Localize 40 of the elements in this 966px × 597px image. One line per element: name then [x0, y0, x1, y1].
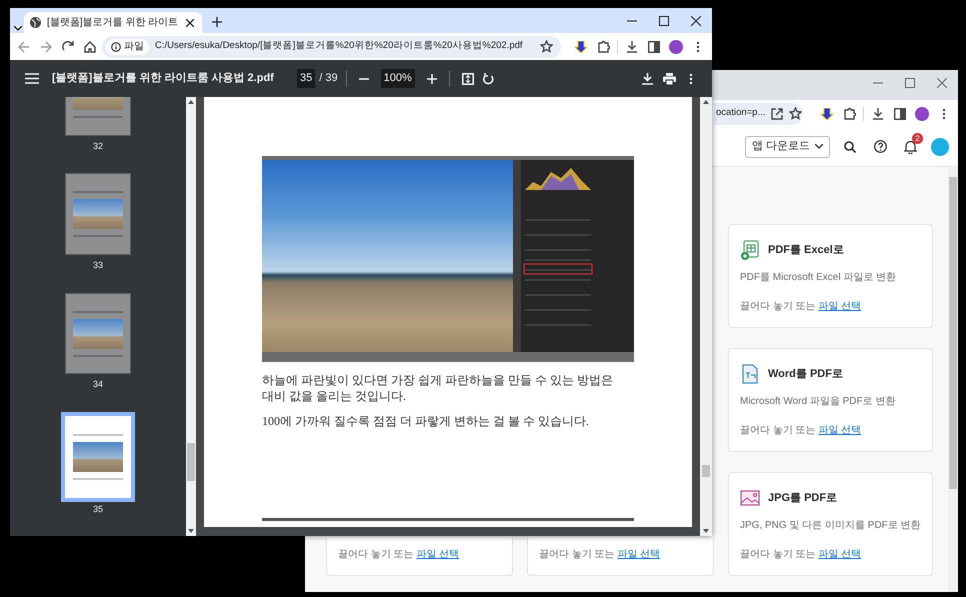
notification-badge: 2	[912, 132, 923, 144]
file-select-link[interactable]: 파일 선택	[818, 425, 862, 436]
drop-hint: 끌어다 놓기 또는 파일 선택	[740, 424, 862, 438]
tool-card[interactable]: Word를 PDF로 Microsoft Word 파일을 PDF로 변환 끌어다 놓기 또는 파일 선택	[728, 348, 933, 452]
zoom-field[interactable]: 100%	[380, 69, 415, 88]
tool-card[interactable]: PDF를 Excel로 PDF를 Microsoft Excel 파일로 변환 끌어다 놓기 또는 파일 선택	[728, 224, 933, 328]
thumbnail-page-number: 33	[92, 259, 103, 272]
url-text: C:/Users/esuka/Desktop/[블랫폼]블로거를%20위한%20라이트룸%20사용법%202.pdf	[155, 39, 524, 54]
address-bar[interactable]: 파일 C:/Users/esuka/Desktop/[블랫폼]블로거를%20위한%20라이트룸%20사용법%202.pdf	[102, 36, 561, 58]
file-select-link[interactable]: 파일 선택	[416, 549, 460, 560]
thumbnail-page-number: 34	[92, 378, 103, 392]
drop-hint: 끌어다 놓기 또는 파일 선택	[740, 300, 862, 314]
paragraph: 하늘에 파란빛이 있다면 가장 쉽게 파란하늘을 만들 수 있는 방법은 대비 값을 올리는 것입니다.	[262, 372, 614, 404]
file-select-link[interactable]: 파일 선택	[818, 549, 862, 560]
drop-hint: 끌어다 놓기 또는 파일 선택	[539, 548, 662, 562]
card-title: JPG를 PDF로	[768, 490, 838, 506]
tool-card[interactable]: 끌어다 놓기 또는 파일 선택	[326, 538, 513, 576]
tab-title: [블랫폼]블로거를 위한 라이트	[47, 16, 178, 30]
app-download-button[interactable]: 앱 다운로드	[744, 136, 830, 158]
card-title: PDF를 Excel로	[768, 242, 844, 258]
card-description: JPG, PNG 및 다른 이미지를 PDF로 변환	[740, 519, 921, 533]
file-select-link[interactable]: 파일 선택	[818, 301, 862, 312]
browser-tab[interactable]: [블랫폼]블로거를 위한 라이트	[24, 12, 202, 33]
drop-hint: 끌어다 놓기 또는 파일 선택	[740, 548, 862, 562]
address-bar[interactable]: ocation=p...	[714, 102, 804, 124]
file-select-link[interactable]: 파일 선택	[617, 549, 660, 560]
thumbnail-page-number: 32	[92, 140, 103, 153]
paragraph: 100에 가까워 질수록 점점 더 파랗게 변하는 걸 볼 수 있습니다.	[262, 413, 590, 429]
card-title: Word를 PDF로	[768, 366, 843, 382]
page-number-field[interactable]: 35	[297, 69, 316, 88]
card-description: PDF를 Microsoft Excel 파일로 변환	[740, 271, 898, 285]
tool-card[interactable]: 끌어다 놓기 또는 파일 선택	[527, 538, 714, 576]
tool-card[interactable]: JPG를 PDF로 JPG, PNG 및 다른 이미지를 PDF로 변환 끌어다 놓기 또는 파일 선택	[728, 472, 933, 576]
drop-hint: 끌어다 놓기 또는 파일 선택	[338, 548, 460, 562]
card-description: Microsoft Word 파일을 PDF로 변환	[740, 395, 896, 409]
page-count: / 39	[319, 71, 338, 86]
thumbnail-page-number: 35	[92, 502, 103, 516]
document-title: [블랫폼]블로거를 위한 라이트룸 사용법 2.pdf	[52, 71, 272, 86]
site-info-chip[interactable]: 파일	[106, 38, 149, 54]
url-text: ocation=p...	[716, 106, 766, 120]
